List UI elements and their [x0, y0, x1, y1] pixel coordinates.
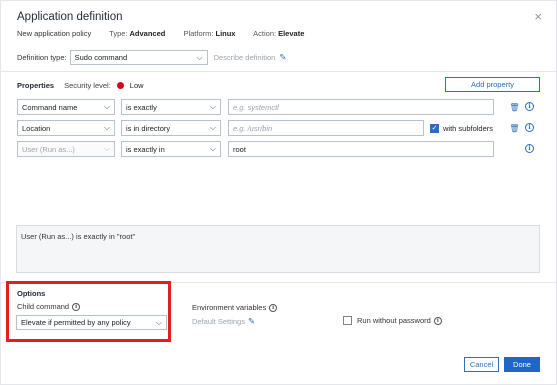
trash-icon[interactable]: 🗑: [509, 99, 520, 115]
describe-definition-label: Describe definition: [213, 53, 276, 62]
child-command-label: Child command i: [17, 302, 81, 311]
trash-icon[interactable]: 🗑: [509, 120, 520, 136]
add-property-button[interactable]: Add property: [445, 77, 540, 92]
info-icon[interactable]: i: [269, 303, 278, 312]
chevron-down-icon: ⌵: [196, 53, 203, 62]
child-command-select[interactable]: Elevate if permitted by any policy ⌵: [16, 315, 167, 330]
pencil-icon[interactable]: ✎: [279, 52, 286, 63]
run-without-password-checkbox[interactable]: Run without password i: [343, 316, 442, 325]
policy-action: Action: Elevate: [253, 29, 305, 38]
done-button[interactable]: Done: [504, 357, 540, 372]
property-select[interactable]: Command name ⌵: [17, 99, 115, 115]
info-icon[interactable]: i: [525, 144, 534, 153]
options-title: Options: [17, 289, 46, 298]
security-level-label: Security level:: [64, 81, 111, 90]
security-level-value: Low: [129, 81, 144, 90]
checkbox-checked-icon: ✓: [430, 123, 439, 133]
policy-meta: New application policy Type: Advanced Pla…: [17, 29, 320, 38]
application-definition-dialog: Application definition × New application…: [0, 0, 557, 385]
security-level-dot-icon: [116, 82, 124, 89]
with-subfolders-checkbox[interactable]: ✓ with subfolders: [430, 123, 493, 133]
policy-platform: Platform: Linux: [183, 29, 236, 38]
chevron-down-icon: ⌵: [155, 318, 162, 327]
environment-variables-label: Environment variables i: [192, 303, 278, 312]
checkbox-unchecked-icon: [343, 316, 352, 325]
properties-title: Properties: [17, 81, 55, 90]
definition-summary: User (Run as...) is exactly in "root": [16, 225, 540, 273]
chevron-down-icon: ⌵: [103, 123, 110, 132]
operator-select[interactable]: is in directory ⌵: [121, 120, 221, 136]
info-icon[interactable]: i: [525, 123, 534, 132]
operator-select[interactable]: is exactly in ⌵: [121, 141, 221, 157]
definition-type-label: Definition type:: [17, 53, 67, 62]
chevron-down-icon: ⌵: [103, 102, 110, 111]
chevron-down-icon: ⌵: [103, 144, 110, 153]
pencil-icon[interactable]: ✎: [248, 316, 255, 327]
cancel-button[interactable]: Cancel: [464, 357, 499, 372]
close-icon[interactable]: ×: [534, 10, 542, 23]
dialog-title: Application definition: [17, 11, 123, 23]
value-input[interactable]: e.g. /usr/bin: [228, 120, 424, 136]
divider: [1, 71, 557, 72]
value-input[interactable]: root: [228, 141, 494, 157]
value-input[interactable]: e.g. systemctl: [228, 99, 494, 115]
chevron-down-icon: ⌵: [209, 144, 216, 153]
property-select: User (Run as...) ⌵: [17, 141, 115, 157]
property-select[interactable]: Location ⌵: [17, 120, 115, 136]
policy-type: Type: Advanced: [109, 29, 166, 38]
operator-select[interactable]: is exactly ⌵: [121, 99, 221, 115]
chevron-down-icon: ⌵: [209, 102, 216, 111]
definition-type-select[interactable]: Sudo command ⌵: [69, 50, 208, 65]
info-icon[interactable]: i: [72, 302, 81, 311]
info-icon[interactable]: i: [525, 102, 534, 111]
definition-type-row: Definition type: Sudo command ⌵ Describe…: [17, 50, 286, 65]
environment-variables-value: Default Settings ✎: [192, 316, 256, 327]
info-icon[interactable]: i: [433, 316, 442, 325]
policy-name: New application policy: [17, 29, 92, 38]
chevron-down-icon: ⌵: [209, 123, 216, 132]
properties-header: Properties Security level: Low: [17, 81, 144, 90]
